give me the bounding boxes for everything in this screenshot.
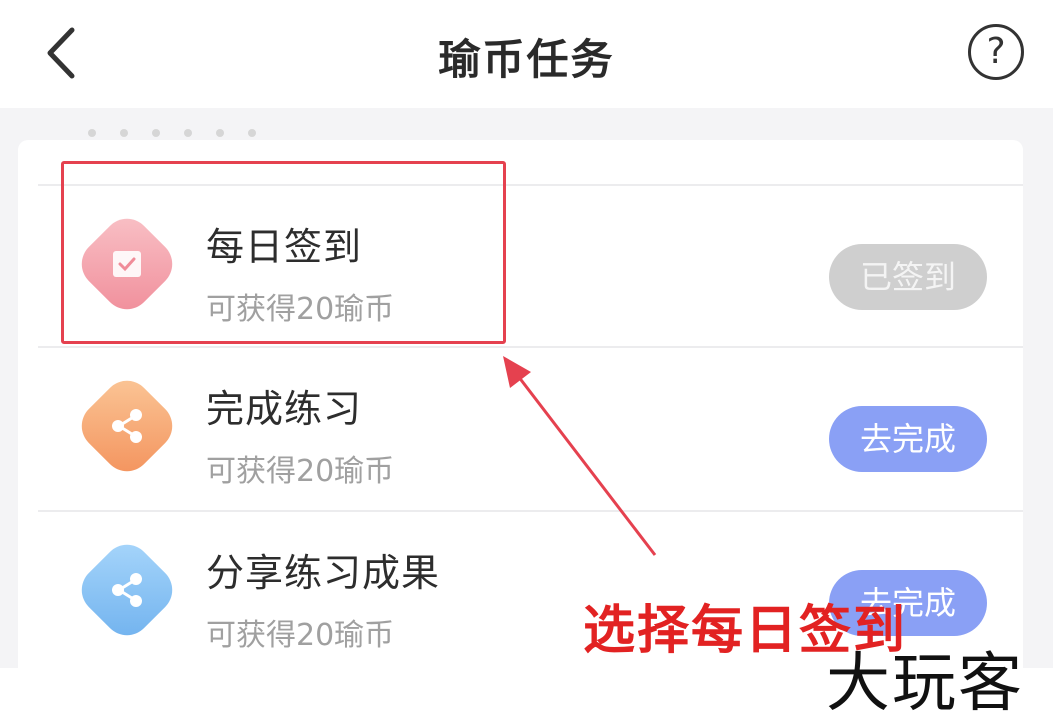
task-reward: 可获得20瑜币: [206, 454, 395, 489]
page-title: 瑜币任务: [438, 35, 615, 84]
watermark: 大玩客: [826, 647, 1024, 721]
top-bar: 瑜币任务 ?: [0, 0, 1053, 108]
task-icon-badge: [71, 370, 183, 482]
question-circle-icon: ?: [986, 31, 1006, 72]
go-complete-button[interactable]: 去完成: [829, 406, 987, 472]
help-button[interactable]: ?: [968, 24, 1024, 80]
checked-in-button[interactable]: 已签到: [829, 244, 987, 310]
task-name: 分享练习成果: [206, 551, 441, 595]
share-icon: [112, 573, 142, 607]
share-icon: [112, 409, 142, 443]
task-name: 完成练习: [206, 387, 363, 431]
highlight-box: [61, 161, 506, 344]
task-icon-badge: [71, 534, 183, 646]
dots-divider: [88, 122, 280, 141]
task-reward: 可获得20瑜币: [206, 618, 395, 653]
task-row-complete-practice: 完成练习 可获得20瑜币 去完成: [18, 348, 1023, 512]
